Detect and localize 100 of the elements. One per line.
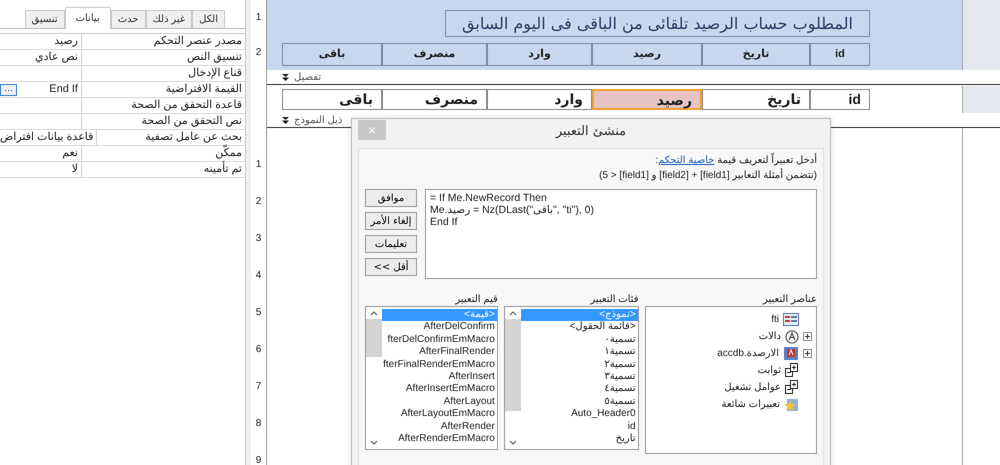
ruler-number: 4 [256, 269, 262, 283]
list-item[interactable]: AfterFinalRender [382, 346, 497, 359]
scroll-down-icon[interactable] [370, 440, 378, 446]
scrollbar-thumb[interactable] [504, 319, 521, 411]
expression-field[interactable]: = If Me.NewRecord Then Me.رصيد = Nz(DLast("باقى", "ti"), 0) End If [425, 189, 817, 279]
property-name: قناع الإدخال [81, 66, 245, 81]
list-item[interactable]: تاريخ [520, 433, 638, 446]
section-arrow-icon [281, 116, 290, 124]
expand-icon[interactable] [803, 332, 812, 341]
list-item[interactable]: AfterLayoutEmMacro [382, 408, 497, 421]
property-value[interactable]: رصيد [54, 34, 78, 49]
property-name: نص التحقق من الصحة [81, 114, 245, 129]
scroll-up-icon[interactable] [508, 310, 517, 316]
property-value[interactable]: End If [49, 82, 78, 97]
ruler-number: 3 [256, 232, 262, 246]
tree-item[interactable]: fti [771, 314, 780, 325]
column-header-label[interactable]: باقى [282, 43, 382, 66]
property-name: بحث عن عامل تصفية [96, 130, 245, 145]
form-margin-background [962, 86, 1000, 113]
section-bar[interactable]: تفصيل [267, 70, 1000, 85]
property-tab[interactable]: تنسيق [24, 10, 65, 28]
column-header-label[interactable]: منصرف [382, 43, 487, 66]
list-item[interactable]: fterFinalRenderEmMacro [382, 358, 497, 372]
property-name: القيمة الافتراضية [81, 82, 245, 97]
property-name: ممكّن [81, 146, 245, 161]
property-value[interactable]: نعم [62, 146, 78, 161]
expand-icon[interactable] [803, 349, 812, 358]
tree-item[interactable]: الارصدة.accdb [717, 348, 780, 359]
ruler-number: 2 [256, 46, 262, 60]
list-item[interactable]: تسمية٠ [520, 334, 638, 346]
list-item[interactable]: AfterDelConfirm [382, 321, 497, 334]
dialog-button[interactable]: تعليمات [365, 235, 417, 253]
column-header-label[interactable]: تاريخ [702, 43, 810, 66]
ruler-number: 9 [256, 454, 262, 465]
ruler-number: 6 [256, 343, 262, 357]
tree-item[interactable]: دالات [758, 331, 782, 342]
property-tab[interactable]: غير ذلك [146, 10, 192, 28]
tree-item[interactable]: تعبيرات شائعة [721, 399, 780, 410]
scroll-up-icon[interactable] [370, 310, 378, 316]
list-item[interactable]: AfterInsertEmMacro [382, 383, 497, 396]
column-header-label[interactable]: id [810, 43, 870, 66]
text-box-control[interactable]: منصرف [382, 89, 487, 110]
property-tab[interactable]: الكل [192, 10, 225, 28]
property-tab[interactable]: بيانات [64, 7, 111, 29]
list-item[interactable]: AfterInsert [382, 371, 497, 384]
list-item[interactable]: تسمية٣ [520, 371, 638, 384]
star-folder-icon [784, 397, 800, 412]
text-box-control[interactable]: وارد [487, 89, 592, 110]
property-name: تنسيق النص [81, 50, 245, 65]
list-item[interactable]: Auto_Header0 [520, 408, 638, 421]
section-title: تفصيل [294, 72, 322, 82]
tree-item[interactable]: ثوابت [758, 365, 782, 376]
dialog-button[interactable]: إلغاء الأمر [365, 212, 417, 230]
list-item[interactable]: تسمية٤ [520, 383, 638, 396]
scrollbar-thumb[interactable] [366, 319, 382, 357]
tree-connector-icon [785, 380, 800, 395]
property-value[interactable]: نص عادي [34, 50, 78, 65]
form-margin-background [962, 0, 1000, 70]
list-item[interactable]: <قائمة الحقول> [520, 321, 638, 334]
example-text: (تتضمن أمثلة التعابير [field1] + [field2] و [field1] < 5) [598, 168, 817, 183]
text-box-control[interactable]: تاريخ [702, 89, 810, 110]
list-label: عناصر التعبير [762, 293, 818, 306]
function-icon [785, 330, 800, 344]
list-label: قيم التعبير [454, 293, 498, 306]
text-box-control[interactable]: id [810, 89, 870, 110]
list-item[interactable]: تسمية١ [520, 346, 638, 359]
database-icon [783, 346, 800, 361]
scroll-down-icon[interactable] [508, 440, 517, 446]
ruler-number: 7 [256, 380, 262, 394]
property-name: مصدر عنصر التحكم [81, 34, 245, 49]
form-title-label[interactable]: المطلوب حساب الرصيد تلقائى من الباقى فى اليوم السابق [445, 10, 870, 37]
property-link[interactable]: خاصية التحكم [658, 155, 714, 166]
property-value[interactable]: لا [72, 162, 78, 177]
list-item[interactable]: AfterLayout [382, 396, 497, 408]
form-icon [783, 313, 800, 326]
builder-button[interactable]: ··· [0, 84, 17, 96]
tree-connector-icon [785, 363, 800, 378]
column-header-label[interactable]: رصيد [592, 43, 702, 66]
dialog-button[interactable]: موافق [365, 189, 417, 207]
tree-item[interactable]: عوامل تشغيل [724, 382, 782, 393]
column-header-label[interactable]: وارد [487, 43, 592, 66]
list-item[interactable]: AfterRender [382, 420, 497, 434]
property-name: تم تأمينه [81, 162, 245, 177]
text-box-control[interactable]: باقى [282, 89, 382, 110]
prompt-text: أدخل تعبيراً لتعريف قيمة خاصية التحكم: [365, 153, 817, 168]
list-item[interactable]: AfterRenderEmMacro [382, 433, 497, 446]
text-box-control[interactable]: رصيد [592, 89, 702, 110]
ruler-number: 8 [256, 417, 262, 431]
property-value[interactable]: قاعدة بيانات افتراض [0, 130, 94, 145]
ruler-number: 1 [256, 10, 262, 24]
list-item[interactable]: id [520, 420, 638, 434]
ruler-number: 5 [256, 306, 262, 320]
ruler-number: 2 [256, 195, 262, 209]
list-item[interactable]: تسمية٥ [520, 396, 638, 408]
list-label: فئات التعبير [589, 293, 639, 306]
list-item[interactable]: fterDelConfirmEmMacro [382, 334, 497, 346]
property-tab[interactable]: حدث [110, 10, 146, 28]
property-name: قاعدة التحقق من الصحة [81, 98, 245, 113]
list-item[interactable]: تسمية٢ [520, 358, 638, 372]
dialog-button[interactable]: << أقل [365, 258, 417, 276]
